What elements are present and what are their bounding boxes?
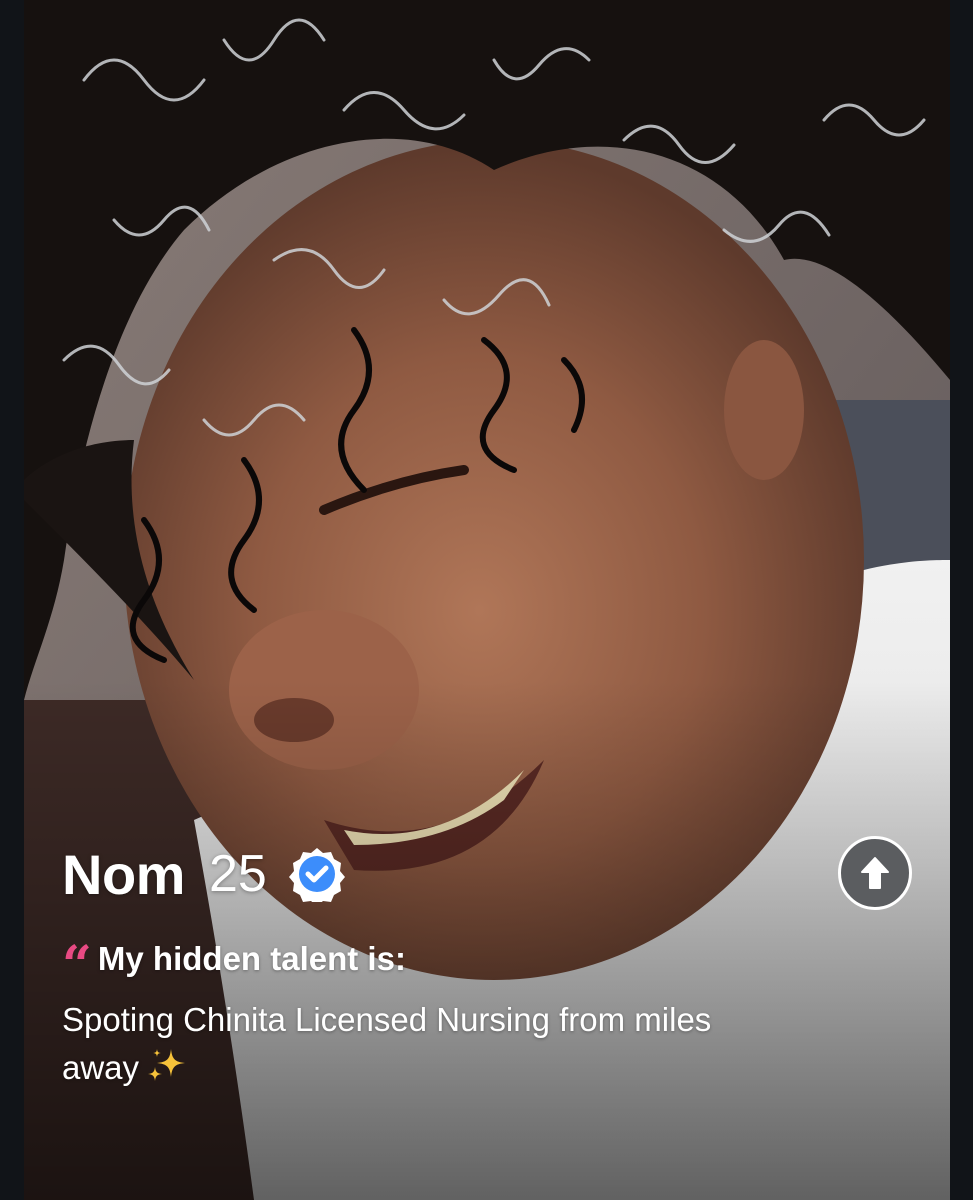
quote-icon: “: [62, 935, 92, 996]
name-row: Nom 25: [62, 838, 910, 910]
prompt-answer-block: Spoting Chinita Licensed Nursing from mi…: [62, 996, 762, 1092]
profile-name: Nom: [62, 842, 185, 906]
profile-card[interactable]: Nom 25 “ My hidden talent is: Spoting Ch…: [24, 0, 950, 1200]
prompt-row: “ My hidden talent is:: [62, 936, 910, 992]
profile-info: Nom 25 “ My hidden talent is: Spoting Ch…: [62, 838, 910, 1092]
prompt-label: My hidden talent is:: [97, 940, 406, 977]
profile-age: 25: [208, 845, 267, 903]
expand-profile-button[interactable]: [838, 836, 912, 910]
verified-badge-icon: [288, 848, 345, 902]
arrow-up-icon: [861, 857, 889, 889]
sparkles-icon: [148, 1049, 186, 1081]
profile-screen: Nom 25 “ My hidden talent is: Spoting Ch…: [0, 0, 973, 1200]
